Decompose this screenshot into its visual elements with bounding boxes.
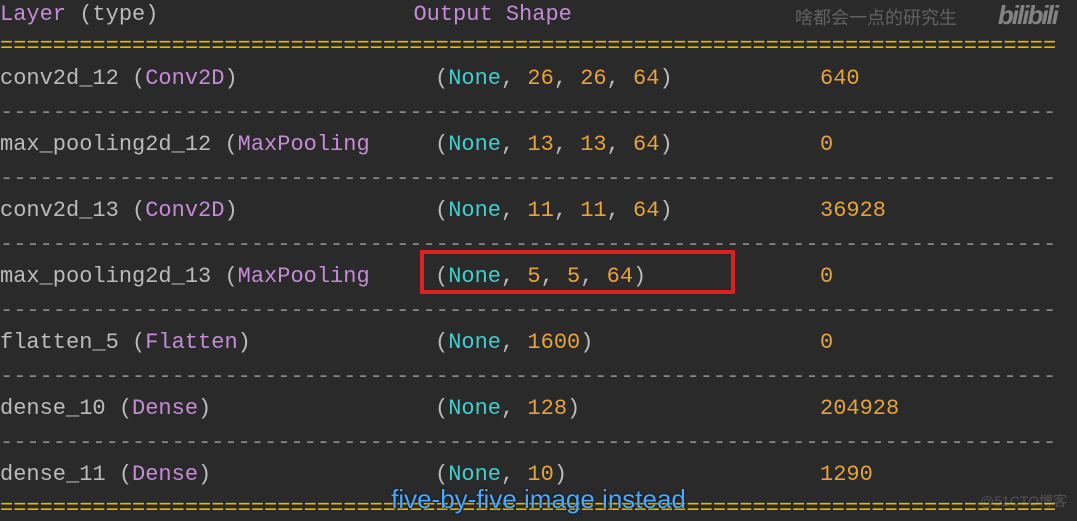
param-count: 36928 <box>820 198 886 223</box>
col-header-type: (type) <box>79 2 158 27</box>
output-shape: (None, 11, 11, 64) <box>435 198 673 223</box>
layer-name: max_pooling2d_12 <box>0 132 211 157</box>
layer-name: conv2d_12 <box>0 66 119 91</box>
layer-type: Flatten <box>145 330 237 355</box>
layer-name: dense_10 <box>0 396 106 421</box>
layer-type: Conv2D <box>145 198 224 223</box>
separator-single: ----------------------------------------… <box>0 232 1056 257</box>
layer-name: flatten_5 <box>0 330 119 355</box>
layer-name: conv2d_13 <box>0 198 119 223</box>
video-subtitle: five-by-five image instead <box>0 484 1077 515</box>
param-count: 640 <box>820 66 860 91</box>
param-count: 0 <box>820 264 833 289</box>
output-shape: (None, 1600) <box>435 330 593 355</box>
layer-name: max_pooling2d_13 <box>0 264 211 289</box>
watermark-logo: bilibili <box>998 0 1057 31</box>
separator-single: ----------------------------------------… <box>0 430 1056 455</box>
layer-type: Dense <box>132 396 198 421</box>
param-count: 204928 <box>820 396 899 421</box>
separator-single: ----------------------------------------… <box>0 166 1056 191</box>
watermark-attribution: 啥都会一点的研究生 <box>795 4 957 30</box>
param-count: 0 <box>820 330 833 355</box>
separator-double: ========================================… <box>0 34 1056 59</box>
col-header-layer: Layer <box>0 2 66 27</box>
separator-single: ----------------------------------------… <box>0 364 1056 389</box>
layer-type: Conv2D <box>145 66 224 91</box>
col-header-shape: Output Shape <box>413 2 571 27</box>
separator-single: ----------------------------------------… <box>0 298 1056 323</box>
output-shape: (None, 5, 5, 64) <box>435 264 646 289</box>
separator-single: ----------------------------------------… <box>0 100 1056 125</box>
param-count: 0 <box>820 132 833 157</box>
output-shape: (None, 26, 26, 64) <box>435 66 673 91</box>
output-shape: (None, 13, 13, 64) <box>435 132 673 157</box>
layer-type: MaxPooling <box>238 132 370 157</box>
layer-type: MaxPooling <box>238 264 370 289</box>
output-shape: (None, 128) <box>435 396 580 421</box>
